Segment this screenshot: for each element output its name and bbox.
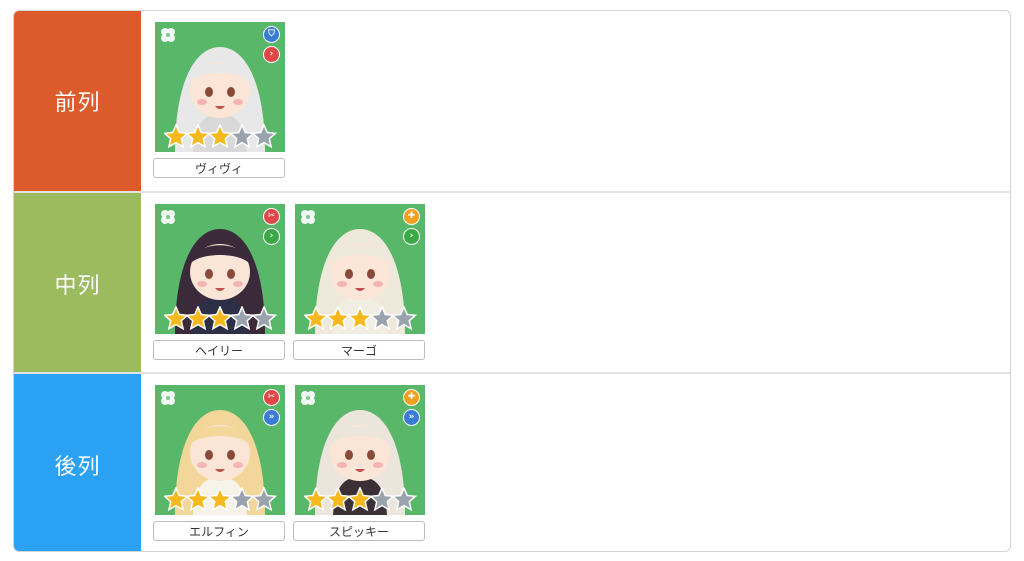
star-icon [164, 306, 190, 331]
row-cells-front: ⛉ › ヴィヴィ [141, 11, 1010, 191]
star-rating [164, 306, 278, 331]
row-label-back: 後列 [14, 374, 141, 551]
row-cells-middle: ✂ › ヘイリー ✚ › マーゴ [141, 193, 1010, 374]
cross-icon: ✚ [403, 208, 420, 225]
star-icon [228, 306, 256, 331]
star-icon [184, 124, 212, 149]
star-icon [304, 306, 330, 331]
character-name: ヘイリー [153, 340, 285, 360]
character-card[interactable]: ✚» スピッキー [293, 385, 427, 541]
chevron-right-icon: › [403, 228, 420, 245]
clover-icon [301, 391, 315, 405]
row-back: 後列 ✂» エルフィン ✚» スピッキー [14, 372, 1010, 551]
clover-icon [301, 210, 315, 224]
star-icon [184, 487, 212, 512]
star-icon [206, 306, 234, 331]
star-icon [346, 487, 374, 512]
chevron-right-icon: › [263, 228, 280, 245]
double-chevron-icon: » [263, 409, 280, 426]
star-icon [390, 306, 418, 331]
star-icon [228, 487, 256, 512]
character-card[interactable]: ⛉ › ヴィヴィ [153, 22, 287, 178]
formation-table: 前列 ⛉ › ヴィヴィ 中列 ✂ › ヘイリー ✚ › マーゴ 後列 ✂» エルフィン ✚» スピッ… [13, 10, 1011, 552]
star-icon [304, 487, 330, 512]
character-card[interactable]: ✚ › マーゴ [293, 204, 427, 360]
star-icon [228, 124, 256, 149]
character-name: スピッキー [293, 521, 425, 541]
row-label-front: 前列 [14, 11, 141, 191]
character-portrait[interactable]: ⛉ › [155, 22, 285, 152]
star-icon [164, 487, 190, 512]
character-portrait[interactable]: ✂ › [155, 204, 285, 334]
star-icon [324, 487, 352, 512]
clover-icon [161, 28, 175, 42]
character-portrait[interactable]: ✚ › [295, 204, 425, 334]
star-rating [304, 306, 418, 331]
character-name: エルフィン [153, 521, 285, 541]
wrench-icon: ✂ [263, 389, 280, 406]
character-name: ヴィヴィ [153, 158, 285, 178]
star-icon [390, 487, 418, 512]
star-icon [206, 487, 234, 512]
row-front: 前列 ⛉ › ヴィヴィ [14, 11, 1010, 191]
star-rating [304, 487, 418, 512]
clover-icon [161, 391, 175, 405]
star-rating [164, 124, 278, 149]
cross-icon: ✚ [403, 389, 420, 406]
row-middle: 中列 ✂ › ヘイリー ✚ › マーゴ [14, 191, 1010, 374]
character-card[interactable]: ✂ › ヘイリー [153, 204, 287, 360]
star-icon [184, 306, 212, 331]
chevron-right-icon: › [263, 46, 280, 63]
star-icon [346, 306, 374, 331]
star-icon [368, 487, 396, 512]
star-icon [324, 306, 352, 331]
wrench-icon: ✂ [263, 208, 280, 225]
character-name: マーゴ [293, 340, 425, 360]
star-icon [368, 306, 396, 331]
star-rating [164, 487, 278, 512]
character-portrait[interactable]: ✂» [155, 385, 285, 515]
clover-icon [161, 210, 175, 224]
double-chevron-icon: » [403, 409, 420, 426]
character-card[interactable]: ✂» エルフィン [153, 385, 287, 541]
star-icon [164, 124, 190, 149]
row-label-middle: 中列 [14, 193, 141, 374]
shield-icon: ⛉ [263, 26, 280, 43]
star-icon [250, 124, 278, 149]
character-portrait[interactable]: ✚» [295, 385, 425, 515]
star-icon [250, 306, 278, 331]
star-icon [250, 487, 278, 512]
row-cells-back: ✂» エルフィン ✚» スピッキー [141, 374, 1010, 551]
star-icon [206, 124, 234, 149]
